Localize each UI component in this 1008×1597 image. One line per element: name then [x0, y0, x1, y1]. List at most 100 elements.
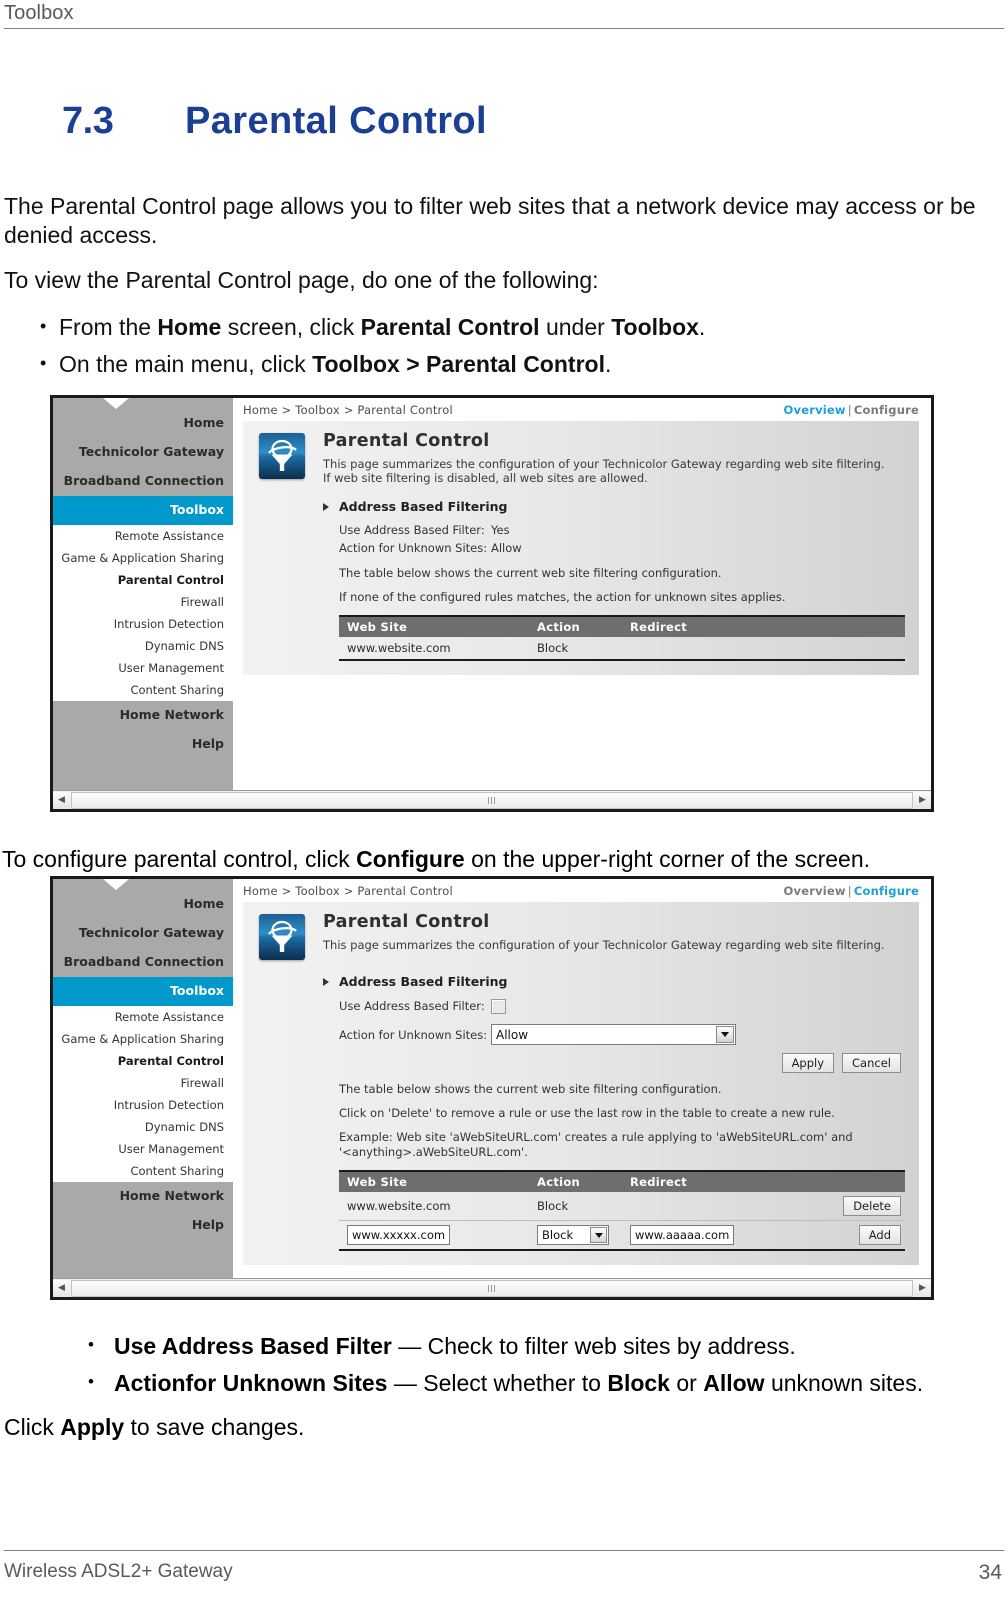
sidebar-subitem-firewall[interactable]: Firewall	[53, 591, 233, 613]
apply-button[interactable]: Apply	[781, 1053, 835, 1073]
tab-configure[interactable]: Configure	[854, 403, 919, 417]
breadcrumb[interactable]: Home > Toolbox > Parental Control	[243, 884, 453, 898]
tab-separator: |	[847, 403, 852, 417]
intro-copy: The Parental Control page allows you to …	[4, 192, 994, 386]
sidebar-subitem-user-management[interactable]: User Management	[53, 1138, 233, 1160]
new-rule-website-input[interactable]: www.xxxxx.com	[347, 1225, 451, 1245]
sidebar-subitem-parental-control[interactable]: Parental Control	[53, 569, 233, 591]
tab-configure[interactable]: Configure	[854, 884, 919, 898]
sidebar-subitem-parental-control[interactable]: Parental Control	[53, 1050, 233, 1072]
ob1-t1: — Check to filter web sites by address.	[391, 1333, 796, 1359]
intro-bullet-2: On the main menu, click Toolbox > Parent…	[4, 347, 994, 380]
sidebar-subitem-game-application-sharing[interactable]: Game & Application Sharing	[53, 1028, 233, 1050]
sidebar-item-broadband-connection[interactable]: Broadband Connection	[53, 467, 233, 496]
page-title: 7.3 Parental Control	[0, 100, 1008, 143]
sidebar-subitem-dynamic-dns[interactable]: Dynamic DNS	[53, 1116, 233, 1138]
sidebar-item-home-network[interactable]: Home Network	[53, 701, 233, 730]
b1-b3: Toolbox	[611, 314, 699, 340]
section-name: Parental Control	[185, 100, 487, 142]
col-header-action: Action	[537, 620, 581, 634]
chevron-notch-icon	[103, 879, 129, 890]
tab-overview[interactable]: Overview	[784, 884, 846, 898]
horizontal-scrollbar-configure[interactable]: ◀ ▶	[53, 1278, 931, 1297]
sidebar-subitem-remote-assistance[interactable]: Remote Assistance	[53, 1006, 233, 1028]
sidebar-item-home[interactable]: Home	[53, 890, 233, 919]
address-based-filtering-heading[interactable]: Address Based Filtering	[323, 974, 905, 989]
horizontal-scrollbar-overview[interactable]: ◀ ▶	[53, 790, 931, 809]
sidebar-subitem-firewall[interactable]: Firewall	[53, 1072, 233, 1094]
b1-t4: .	[698, 314, 706, 340]
filtering-rules-table-overview: Web Site Action Redirect www.website.com…	[339, 615, 905, 661]
chevron-down-icon[interactable]	[716, 1026, 734, 1043]
b1-t1: From the	[59, 314, 158, 340]
b1-b1: Home	[157, 314, 222, 340]
scroll-left-arrow-icon[interactable]: ◀	[53, 791, 70, 809]
label-action-for-unknown-sites: Action for Unknown Sites:	[339, 1027, 488, 1042]
cancel-button[interactable]: Cancel	[842, 1053, 901, 1073]
page-footer: Wireless ADSL2+ Gateway 34	[0, 1550, 1008, 1597]
add-rule-button[interactable]: Add	[858, 1225, 901, 1245]
b2-b1: Toolbox > Parental Control	[312, 351, 605, 377]
sidebar-item-toolbox[interactable]: Toolbox	[53, 977, 233, 1006]
sidebar-subitem-game-application-sharing[interactable]: Game & Application Sharing	[53, 547, 233, 569]
address-based-filtering-section: Address Based Filtering Use Address Base…	[323, 499, 905, 661]
sidebar-item-home[interactable]: Home	[53, 409, 233, 438]
address-based-filtering-heading[interactable]: Address Based Filtering	[323, 499, 905, 514]
sidebar-subitem-content-sharing[interactable]: Content Sharing	[53, 1160, 233, 1182]
section-number: 7.3	[62, 100, 114, 142]
kv-key: Use Address Based Filter:	[339, 523, 485, 537]
intro-paragraph-1: The Parental Control page allows you to …	[4, 193, 976, 248]
sidebar-subitem-intrusion-detection[interactable]: Intrusion Detection	[53, 1094, 233, 1116]
kv-value: Allow	[491, 541, 522, 555]
tab-overview[interactable]: Overview	[784, 403, 846, 417]
sidebar-subitem-content-sharing[interactable]: Content Sharing	[53, 679, 233, 701]
label-use-address-based-filter: Use Address Based Filter:	[339, 999, 485, 1013]
panel-title: Parental Control	[323, 912, 490, 932]
sidebar-subitem-intrusion-detection[interactable]: Intrusion Detection	[53, 613, 233, 635]
scrollbar-thumb[interactable]	[71, 1279, 913, 1297]
new-rule-redirect-input[interactable]: www.aaaaa.com	[630, 1225, 735, 1245]
b1-b2: Parental Control	[360, 314, 540, 340]
sidebar-item-toolbox[interactable]: Toolbox	[53, 496, 233, 525]
expand-arrow-icon	[323, 977, 329, 986]
breadcrumb[interactable]: Home > Toolbox > Parental Control	[243, 403, 453, 417]
action-for-unknown-sites-select[interactable]: Allow	[491, 1024, 736, 1045]
mid-t2: on the upper-right corner of the screen.	[464, 846, 871, 872]
configure-note-2: Click on 'Delete' to remove a rule or us…	[339, 1106, 835, 1120]
click-apply-line: Click Apply to save changes.	[4, 1413, 994, 1442]
tab-separator: |	[847, 884, 852, 898]
scroll-right-arrow-icon[interactable]: ▶	[914, 1279, 931, 1297]
outro-bullet-1: Use Address Based Filter — Check to filt…	[4, 1329, 994, 1362]
sidebar-item-technicolor-gateway[interactable]: Technicolor Gateway	[53, 438, 233, 467]
sidebar-item-broadband-connection[interactable]: Broadband Connection	[53, 948, 233, 977]
section-heading-text: Address Based Filtering	[339, 974, 508, 989]
scrollbar-thumb[interactable]	[71, 791, 913, 809]
scroll-left-arrow-icon[interactable]: ◀	[53, 1279, 70, 1297]
sidebar-subitem-user-management[interactable]: User Management	[53, 657, 233, 679]
sidebar-item-help[interactable]: Help	[53, 730, 233, 759]
use-address-based-filter-checkbox[interactable]	[491, 998, 506, 1014]
breadcrumb-bar: Home > Toolbox > Parental Control Overvi…	[233, 398, 931, 421]
scroll-right-arrow-icon[interactable]: ▶	[914, 791, 931, 809]
col-header-web-site: Web Site	[347, 1175, 408, 1189]
cell-action: Block	[537, 641, 569, 655]
chevron-down-icon[interactable]	[590, 1227, 607, 1243]
panel-description-line1: This page summarizes the configuration o…	[323, 938, 885, 952]
delete-rule-button[interactable]: Delete	[843, 1196, 901, 1216]
sidebar-item-help[interactable]: Help	[53, 1211, 233, 1240]
table-row: www.website.com Block	[339, 637, 905, 661]
sidebar-item-home-network[interactable]: Home Network	[53, 1182, 233, 1211]
breadcrumb-bar: Home > Toolbox > Parental Control Overvi…	[233, 879, 931, 902]
b2-t2: .	[604, 351, 612, 377]
configure-note-3: Example: Web site 'aWebSiteURL.com' crea…	[339, 1130, 905, 1160]
new-rule-action-select[interactable]: Block	[537, 1225, 609, 1245]
sidebar-subitem-remote-assistance[interactable]: Remote Assistance	[53, 525, 233, 547]
col-header-redirect: Redirect	[630, 1175, 688, 1189]
sidebar-subitem-dynamic-dns[interactable]: Dynamic DNS	[53, 635, 233, 657]
filtering-rules-table-configure: Web Site Action Redirect www.website.com…	[339, 1170, 905, 1251]
ca-t1: Click	[4, 1414, 61, 1440]
b1-t2: screen, click	[221, 314, 361, 340]
sidebar-item-technicolor-gateway[interactable]: Technicolor Gateway	[53, 919, 233, 948]
ob2-t1: — Select whether to	[387, 1370, 608, 1396]
sidebar-filler	[53, 1240, 233, 1278]
